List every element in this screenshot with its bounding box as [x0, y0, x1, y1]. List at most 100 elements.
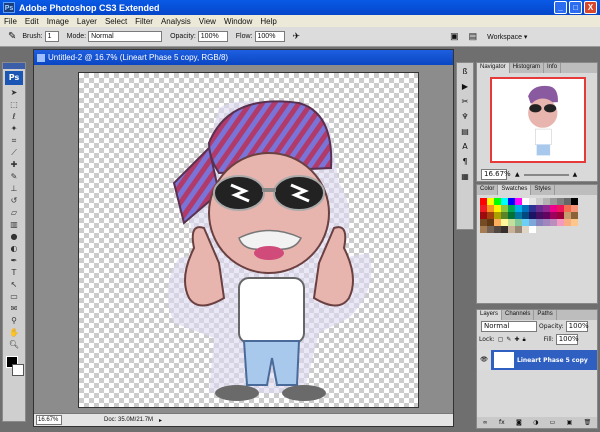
swatch-cell[interactable]	[571, 198, 578, 205]
file-browser-icon[interactable]: ▤	[469, 31, 478, 42]
tab-histogram[interactable]: Histogram	[510, 63, 545, 73]
swatch-cell[interactable]	[571, 219, 578, 226]
mask-icon[interactable]: ◙	[516, 419, 522, 426]
swatch-cell[interactable]	[536, 198, 543, 205]
swatch-cell[interactable]	[494, 198, 501, 205]
lock-all-icon[interactable]: 🔒︎	[522, 336, 525, 344]
swatch-cell[interactable]	[494, 226, 501, 233]
swatch-cell[interactable]	[557, 212, 564, 219]
zoom-field[interactable]: 16.67%	[36, 415, 62, 425]
document-title-bar[interactable]: Untitled-2 @ 16.7% (Lineart Phase 5 copy…	[34, 50, 453, 65]
link-icon[interactable]: ∞	[483, 419, 488, 426]
new-layer-icon[interactable]: ▣	[567, 419, 573, 426]
swatch-cell[interactable]	[508, 219, 515, 226]
menu-edit[interactable]: Edit	[21, 17, 43, 26]
crop-icon[interactable]: ⌗	[6, 135, 22, 146]
trash-icon[interactable]: 🗑︎	[584, 419, 592, 426]
swatch-cell[interactable]	[508, 212, 515, 219]
swatch-cell[interactable]	[480, 198, 487, 205]
swatch-cell[interactable]	[550, 212, 557, 219]
swatch-cell[interactable]	[508, 198, 515, 205]
swatch-cell[interactable]	[501, 226, 508, 233]
healing-icon[interactable]: ✚	[6, 159, 22, 170]
layer-opacity-input[interactable]: 100%	[565, 321, 589, 332]
swatch-cell[interactable]	[564, 212, 571, 219]
color-picker[interactable]	[6, 356, 24, 378]
swatch-cell[interactable]	[543, 198, 550, 205]
swatch-cell[interactable]	[515, 219, 522, 226]
brush-size-picker[interactable]: 1	[44, 31, 59, 42]
hand-icon[interactable]: ✋	[6, 327, 22, 338]
menu-image[interactable]: Image	[43, 17, 73, 26]
swatch-cell[interactable]	[543, 212, 550, 219]
tool-presets-panel-icon[interactable]: ✂	[459, 96, 471, 108]
swatch-cell[interactable]	[522, 219, 529, 226]
status-menu-arrow-icon[interactable]: ▸	[159, 417, 162, 424]
swatch-cell[interactable]	[494, 205, 501, 212]
maximize-button[interactable]: □	[569, 1, 582, 14]
pen-icon[interactable]: ✒	[6, 255, 22, 266]
tab-paths[interactable]: Paths	[534, 310, 557, 320]
canvas[interactable]	[78, 72, 419, 408]
opacity-input[interactable]: 100%	[197, 31, 228, 42]
actions-panel-icon[interactable]: ▶	[459, 81, 471, 93]
shape-icon[interactable]: ▭	[6, 291, 22, 302]
zoom-slider[interactable]	[523, 173, 569, 176]
swatch-cell[interactable]	[557, 198, 564, 205]
swatch-cell[interactable]	[515, 226, 522, 233]
lock-image-icon[interactable]: ✎	[506, 336, 511, 343]
blur-icon[interactable]: ●	[6, 231, 22, 242]
swatch-cell[interactable]	[501, 198, 508, 205]
gradient-icon[interactable]: ▥	[6, 219, 22, 230]
swatch-cell[interactable]	[543, 219, 550, 226]
swatch-cell[interactable]	[487, 212, 494, 219]
mode-select[interactable]: Normal	[88, 31, 163, 42]
history-brush-icon[interactable]: ↺	[6, 195, 22, 206]
swatch-cell[interactable]	[529, 212, 536, 219]
zoom-out-icon[interactable]: ▲	[515, 171, 520, 178]
flow-input[interactable]: 100%	[254, 31, 285, 42]
swatch-cell[interactable]	[515, 205, 522, 212]
swatch-cell[interactable]	[480, 205, 487, 212]
swatch-cell[interactable]	[508, 205, 515, 212]
doc-info[interactable]: Doc: 35.0M/21.7M	[104, 417, 153, 423]
tab-layers[interactable]: Layers	[477, 310, 503, 320]
layer-row[interactable]: 👁︎ Lineart Phase 5 copy	[477, 350, 597, 370]
history-panel-icon[interactable]: ▤	[459, 126, 471, 138]
swatch-cell[interactable]	[487, 198, 494, 205]
swatch-cell[interactable]	[480, 219, 487, 226]
brush-tool-icon[interactable]: ✎	[8, 31, 16, 42]
magic-wand-icon[interactable]: ✦	[6, 123, 22, 134]
swatch-cell[interactable]	[508, 226, 515, 233]
stamp-icon[interactable]: ⊥	[6, 183, 22, 194]
eye-icon[interactable]: 👁︎	[477, 350, 491, 370]
notes-icon[interactable]: ✉	[6, 303, 22, 314]
lock-position-icon[interactable]: ✚	[514, 336, 519, 343]
brushes-panel-icon[interactable]: ß	[459, 66, 471, 78]
menu-filter[interactable]: Filter	[131, 17, 157, 26]
dodge-icon[interactable]: ◐	[6, 243, 22, 254]
clone-source-panel-icon[interactable]: ♆	[459, 111, 471, 123]
swatch-cell[interactable]	[522, 226, 529, 233]
tool-presets-icon[interactable]: ▣	[450, 31, 459, 42]
swatch-cell[interactable]	[494, 212, 501, 219]
swatch-cell[interactable]	[494, 219, 501, 226]
swatch-cell[interactable]	[536, 212, 543, 219]
canvas-area[interactable]	[34, 65, 453, 413]
swatch-cell[interactable]	[529, 219, 536, 226]
swatch-cell[interactable]	[522, 205, 529, 212]
layer-comps-panel-icon[interactable]: ▦	[459, 171, 471, 183]
eraser-icon[interactable]: ▱	[6, 207, 22, 218]
swatch-cell[interactable]	[515, 212, 522, 219]
swatch-cell[interactable]	[480, 212, 487, 219]
marquee-icon[interactable]: ⬚	[6, 99, 22, 110]
menu-view[interactable]: View	[195, 17, 220, 26]
folder-icon[interactable]: ▭	[550, 419, 556, 426]
menu-select[interactable]: Select	[101, 17, 131, 26]
tab-channels[interactable]: Channels	[502, 310, 535, 320]
type-icon[interactable]: T	[6, 267, 22, 278]
lasso-icon[interactable]: ℓ	[6, 111, 22, 122]
zoom-in-icon[interactable]: ▲	[573, 171, 578, 178]
tab-navigator[interactable]: Navigator	[477, 63, 510, 73]
fill-input[interactable]: 100%	[555, 334, 579, 345]
